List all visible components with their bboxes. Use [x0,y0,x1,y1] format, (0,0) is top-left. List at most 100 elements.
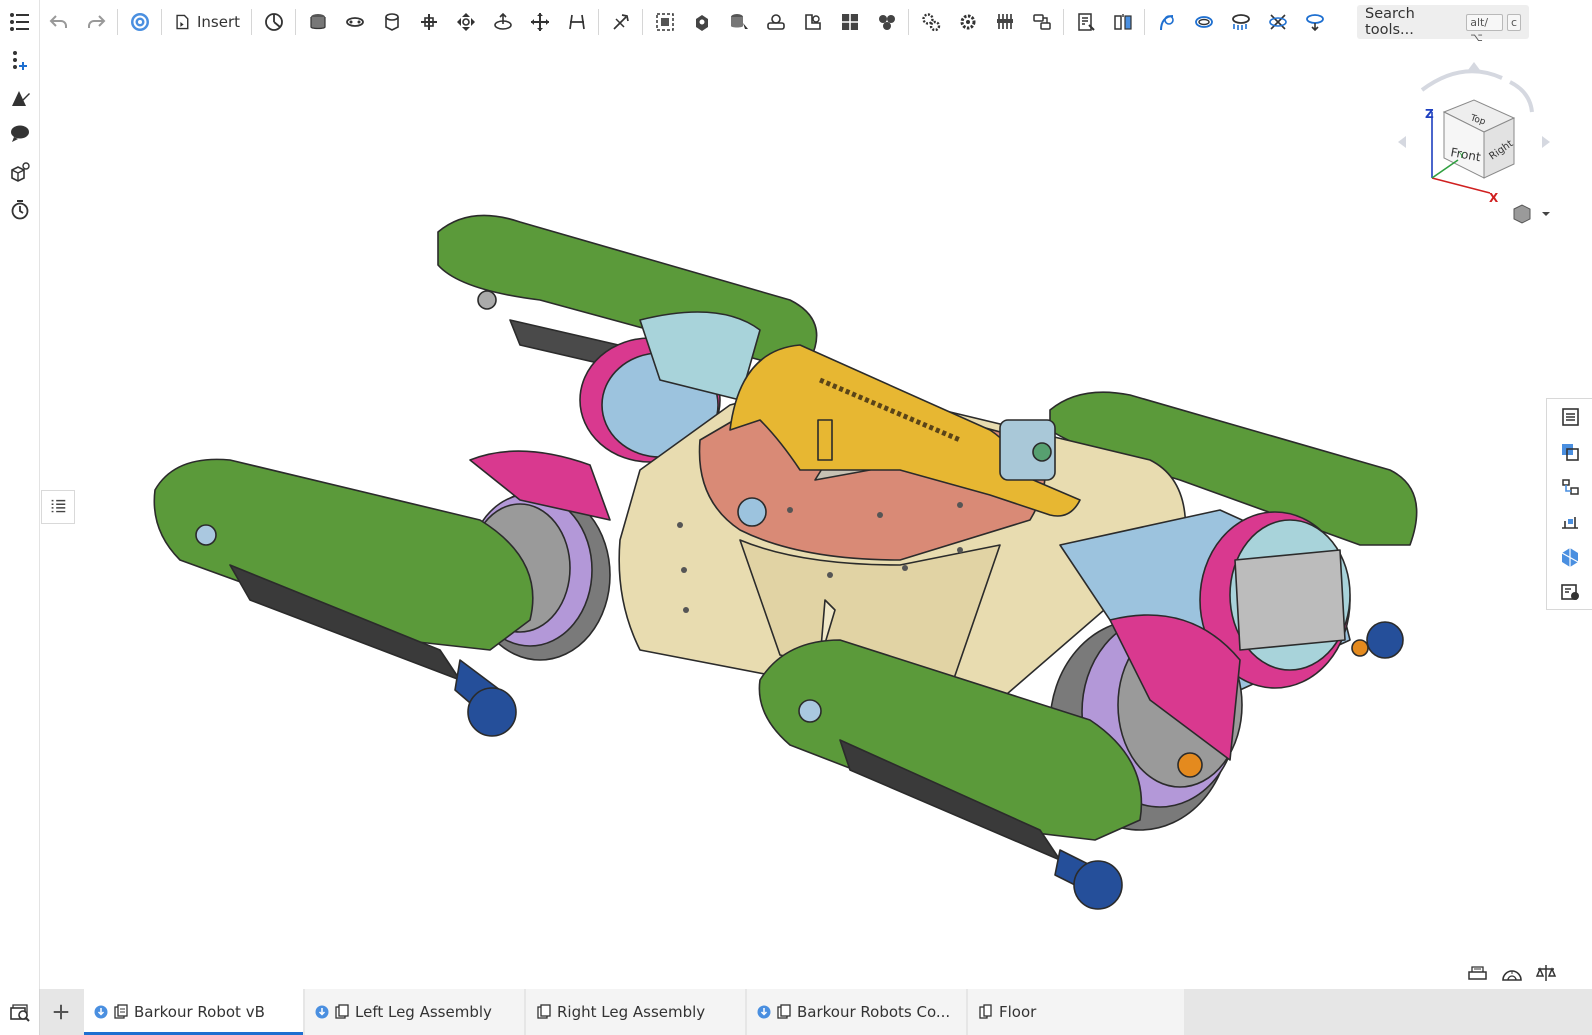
linked-download-icon [757,1005,771,1019]
appearance-panel-icon[interactable] [1547,434,1592,469]
motion-study-icon[interactable] [1023,4,1060,40]
add-tab-button[interactable] [40,989,82,1035]
graphics-viewport[interactable] [41,44,1592,989]
right-panel-strip [1546,398,1592,610]
tab-right-leg-assembly[interactable]: Right Leg Assembly [526,989,745,1035]
section-view-icon[interactable] [1259,4,1296,40]
layout-icon[interactable] [831,4,868,40]
tab-label: Barkour Robot vB [134,1003,265,1021]
undo-icon[interactable] [40,4,77,40]
tab-label: Left Leg Assembly [355,1003,492,1021]
assembly-tab-icon [114,1004,128,1019]
properties-panel-icon[interactable] [1547,399,1592,434]
toolbar-divider [642,9,644,35]
toolbar-divider [1063,9,1065,35]
mass-properties-icon[interactable] [1534,963,1558,983]
axis-z-label: Z [1425,107,1434,121]
simulation-icon[interactable] [1296,4,1333,40]
tab-manager-button[interactable] [0,989,40,1035]
linked-download-icon [315,1005,329,1019]
tab-left-leg-assembly[interactable]: Left Leg Assembly [305,989,524,1035]
view-cube[interactable]: Top Front Right Z X Y [1392,60,1562,243]
toolbar-divider [117,9,118,35]
mate-connector-icon[interactable] [6,46,34,74]
toolbar: Insert Search tools... alt/⌥ c [40,0,1592,44]
toolbar-divider [251,9,253,35]
history-icon[interactable] [6,196,34,224]
left-rail [0,0,40,990]
viewport-bottom-tools [1466,960,1592,986]
onshape-assembly-app: Insert Search tools... alt/⌥ c Top Front… [0,0,1592,1035]
revolute-mate-icon[interactable] [336,4,373,40]
gear-relation-icon[interactable] [868,4,905,40]
parallel-mate-icon[interactable] [558,4,595,40]
view-cube-box[interactable]: Top Front Right [1442,99,1515,179]
slider-mate-icon[interactable] [373,4,410,40]
rack-pinion-icon[interactable] [794,4,831,40]
linear-relation-icon[interactable] [757,4,794,40]
fastened-mate-icon[interactable] [299,4,336,40]
cylindrical-mate-icon[interactable] [447,4,484,40]
leg-front-left[interactable] [153,450,611,737]
assembly-tab-icon [335,1004,349,1019]
insert-label: Insert [197,13,241,31]
instance-list-toggle[interactable] [41,490,75,524]
axis-x-label: X [1489,191,1499,205]
tab-barkour-robot-vb[interactable]: Barkour Robot vB [84,989,303,1035]
toolbar-divider [908,9,910,35]
insert-button[interactable]: Insert [165,5,248,39]
measure-curve-icon[interactable] [1148,4,1185,40]
rack-icon[interactable] [986,4,1023,40]
list-icon [51,499,66,513]
tab-barkour-robots-co[interactable]: Barkour Robots Co... [747,989,966,1035]
regenerate-icon[interactable] [121,4,158,40]
tab-label: Floor [999,1003,1037,1021]
planar-mate-icon[interactable] [410,4,447,40]
toolbar-divider [598,9,600,35]
replicate-icon[interactable] [255,4,292,40]
tab-label: Barkour Robots Co... [797,1003,951,1021]
toolbar-divider [295,9,297,35]
pin-slot-mate-icon[interactable] [484,4,521,40]
search-tools-input[interactable]: Search tools... alt/⌥ c [1357,5,1530,44]
named-position-icon[interactable] [1067,4,1104,40]
configuration-panel-icon[interactable] [1547,504,1592,539]
tab-label: Right Leg Assembly [557,1003,706,1021]
parts-icon[interactable] [6,158,34,186]
animation-panel-icon[interactable] [1547,574,1592,609]
bom-panel-icon[interactable] [1547,469,1592,504]
rotate-part-icon[interactable] [1185,4,1222,40]
measure-icon[interactable] [1500,963,1524,983]
interference-icon[interactable] [1222,4,1259,40]
mate-connector-tool-icon[interactable] [683,4,720,40]
shortcut-key: alt/⌥ [1466,13,1503,44]
axis-y-label: Y [1458,151,1464,160]
tangent-mate-icon[interactable] [602,4,639,40]
tab-manager-icon [9,1004,30,1022]
screw-relation-icon[interactable] [949,4,986,40]
gear-icon[interactable] [912,4,949,40]
insert-icon [176,14,189,30]
toolbar-divider [161,9,162,35]
linked-download-icon [94,1005,108,1019]
mass-properties-panel-icon[interactable] [1547,539,1592,574]
mate-to-ground-icon[interactable] [720,4,757,40]
assembly-tab-icon [537,1004,551,1019]
view-options-dropdown[interactable] [1513,204,1550,224]
toolbar-divider [1144,9,1146,35]
comment-icon[interactable] [6,120,34,148]
search-tools-placeholder: Search tools... [1365,6,1415,38]
robot-model-render[interactable] [41,44,1592,989]
exploded-view-icon[interactable] [1104,4,1141,40]
feature-list-icon[interactable] [6,8,34,36]
display-states-icon[interactable] [1466,963,1490,983]
sketch-icon[interactable] [6,84,34,112]
shortcut-key: c [1506,13,1522,31]
plus-icon [53,1004,69,1020]
redo-icon[interactable] [77,4,114,40]
group-icon[interactable] [646,4,683,40]
tab-floor[interactable]: Floor [968,989,1184,1035]
assembly-tab-icon [777,1004,791,1019]
ball-mate-icon[interactable] [521,4,558,40]
part-studio-tab-icon [979,1004,992,1019]
